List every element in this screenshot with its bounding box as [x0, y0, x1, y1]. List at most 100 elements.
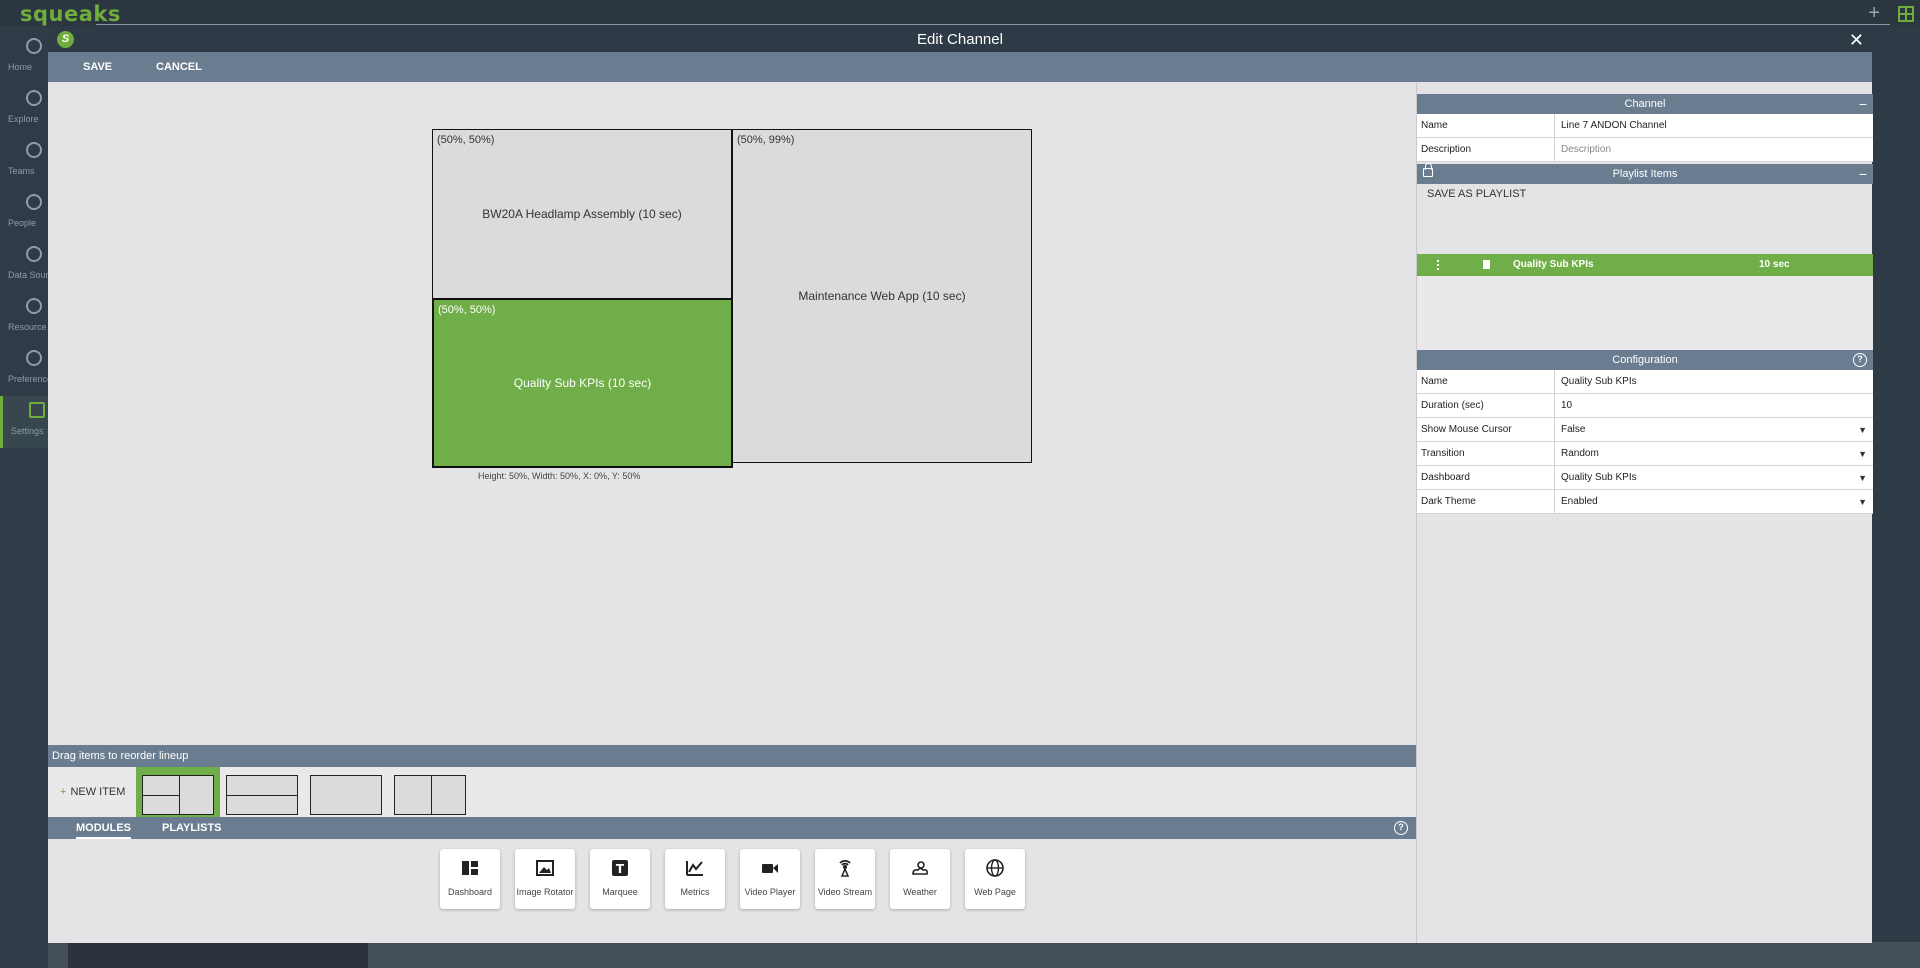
- tab-playlists[interactable]: PLAYLISTS: [162, 817, 222, 839]
- selection-dimensions: Height: 50%, Width: 50%, X: 0%, Y: 50%: [478, 471, 641, 481]
- config-duration-input[interactable]: 10: [1555, 394, 1873, 418]
- config-transition-select[interactable]: Random ▼: [1555, 442, 1873, 466]
- squeaks-logo-icon: S: [57, 31, 74, 48]
- broadcast-icon: [839, 860, 851, 877]
- field-label: Dark Theme: [1417, 490, 1555, 514]
- playlist-item-duration: 10 sec: [1759, 259, 1790, 270]
- nav-item-data-sources[interactable]: Data Sources: [0, 240, 63, 292]
- modal-title-bar: S Edit Channel ✕: [48, 28, 1872, 52]
- nav-item-teams[interactable]: Teams: [0, 136, 48, 188]
- layout-tile-top-left[interactable]: (50%, 50%) BW20A Headlamp Assembly (10 s…: [432, 129, 732, 299]
- modules-palette: Dashboard Image Rotator T Marquee Metric…: [48, 839, 1416, 943]
- layout-thumb-4[interactable]: [394, 775, 466, 815]
- modal-toolbar: SAVE CANCEL: [48, 52, 1872, 82]
- save-button[interactable]: SAVE: [83, 52, 112, 82]
- module-web-page[interactable]: Web Page: [965, 849, 1025, 909]
- properties-panel: Channel − Name Line 7 ANDON Channel Desc…: [1416, 82, 1873, 943]
- tab-modules[interactable]: MODULES: [76, 817, 131, 839]
- help-icon[interactable]: ?: [1853, 353, 1867, 367]
- cancel-button[interactable]: CANCEL: [156, 52, 202, 82]
- module-label: Weather: [903, 887, 937, 897]
- grid-icon[interactable]: [1898, 6, 1914, 22]
- channel-name-input[interactable]: Line 7 ANDON Channel: [1555, 114, 1873, 138]
- playlist-item[interactable]: Quality Sub KPIs 10 sec: [1417, 254, 1873, 276]
- module-label: Video Stream: [817, 887, 873, 897]
- layout-tile-right[interactable]: (50%, 99%) Maintenance Web App (10 sec): [732, 129, 1032, 463]
- image-icon: [536, 860, 554, 876]
- config-row-mouse-cursor: Show Mouse Cursor False ▼: [1417, 418, 1873, 442]
- app-logo[interactable]: squeaks: [20, 2, 121, 26]
- collapse-icon[interactable]: −: [1859, 164, 1867, 184]
- metrics-icon: [686, 861, 703, 876]
- collapse-icon[interactable]: −: [1859, 94, 1867, 114]
- thumb-divider: [431, 776, 432, 814]
- help-icon[interactable]: ?: [1394, 821, 1408, 835]
- playlist-section-header[interactable]: Playlist Items −: [1417, 163, 1873, 184]
- module-metrics[interactable]: Metrics: [665, 849, 725, 909]
- nav-item-explore[interactable]: Explore: [0, 84, 48, 136]
- lineup-header: Drag items to reorder lineup: [48, 745, 1416, 767]
- config-mouse-cursor-select[interactable]: False ▼: [1555, 418, 1873, 442]
- new-item-button[interactable]: + NEW ITEM: [60, 767, 125, 817]
- drag-handle-icon[interactable]: [1437, 260, 1439, 270]
- svg-text:T: T: [616, 862, 625, 876]
- app-top-bar: squeaks +: [0, 0, 1920, 26]
- weather-icon: [912, 861, 928, 875]
- tile-label: BW20A Headlamp Assembly (10 sec): [482, 207, 682, 221]
- config-row-dashboard: Dashboard Quality Sub KPIs ▼: [1417, 466, 1873, 490]
- thumb-divider: [179, 776, 180, 814]
- channel-section-header[interactable]: Channel −: [1417, 94, 1873, 114]
- close-icon[interactable]: ✕: [1849, 28, 1864, 52]
- field-label: Transition: [1417, 442, 1555, 466]
- teams-icon: [26, 142, 42, 158]
- module-label: Dashboard: [447, 887, 493, 897]
- config-dark-theme-select[interactable]: Enabled ▼: [1555, 490, 1873, 514]
- sliders-icon: [29, 402, 45, 418]
- dashboard-icon: [462, 861, 478, 875]
- config-row-name: Name Quality Sub KPIs: [1417, 370, 1873, 394]
- field-label: Dashboard: [1417, 466, 1555, 490]
- config-name-input[interactable]: Quality Sub KPIs: [1555, 370, 1873, 394]
- section-title: Channel: [1624, 98, 1666, 110]
- field-label: Description: [1417, 138, 1555, 162]
- module-image-rotator[interactable]: Image Rotator: [515, 849, 575, 909]
- background-panel: [68, 942, 368, 968]
- nav-item-preferences[interactable]: Preferences: [0, 344, 57, 396]
- nav-item-people[interactable]: People: [0, 188, 48, 240]
- playlist-list-area: [1417, 276, 1873, 350]
- top-divider: [96, 24, 1890, 25]
- module-dashboard[interactable]: Dashboard: [440, 849, 500, 909]
- module-label: Web Page: [974, 887, 1016, 897]
- save-as-playlist-button[interactable]: SAVE AS PLAYLIST: [1427, 188, 1526, 200]
- playlist-item-name: Quality Sub KPIs: [1513, 259, 1594, 270]
- globe-icon: [986, 859, 1004, 877]
- layout-tile-bottom-left-selected[interactable]: (50%, 50%) Quality Sub KPIs (10 sec): [432, 298, 733, 468]
- layout-thumb-3[interactable]: [310, 775, 382, 815]
- dropdown-caret-icon: ▼: [1858, 497, 1867, 507]
- tile-position: (50%, 99%): [737, 134, 795, 146]
- nav-item-settings[interactable]: Settings: [0, 396, 48, 448]
- thumb-divider: [143, 795, 179, 796]
- nav-item-resource-library[interactable]: Resource Library: [0, 292, 77, 344]
- dropdown-caret-icon: ▼: [1858, 449, 1867, 459]
- dropdown-caret-icon: ▼: [1858, 473, 1867, 483]
- module-video-player[interactable]: Video Player: [740, 849, 800, 909]
- module-video-stream[interactable]: Video Stream: [815, 849, 875, 909]
- nav-label: Teams: [8, 166, 35, 176]
- layout-thumb-2[interactable]: [226, 775, 298, 815]
- left-nav: Home Explore Teams People Data Sources R…: [0, 26, 77, 968]
- dropdown-caret-icon: ▼: [1858, 425, 1867, 435]
- nav-label: People: [8, 218, 37, 228]
- tile-label: Quality Sub KPIs (10 sec): [513, 376, 652, 390]
- lock-icon[interactable]: [1423, 163, 1433, 177]
- module-marquee[interactable]: T Marquee: [590, 849, 650, 909]
- config-dashboard-select[interactable]: Quality Sub KPIs ▼: [1555, 466, 1873, 490]
- tile-position: (50%, 50%): [438, 304, 496, 316]
- section-title: Playlist Items: [1612, 168, 1678, 180]
- add-icon[interactable]: +: [1868, 2, 1880, 25]
- module-weather[interactable]: Weather: [890, 849, 950, 909]
- nav-item-home[interactable]: Home: [0, 32, 48, 84]
- layout-thumb-1[interactable]: [142, 775, 214, 815]
- channel-description-input[interactable]: Description: [1555, 138, 1873, 162]
- tile-label: Maintenance Web App (10 sec): [798, 289, 966, 303]
